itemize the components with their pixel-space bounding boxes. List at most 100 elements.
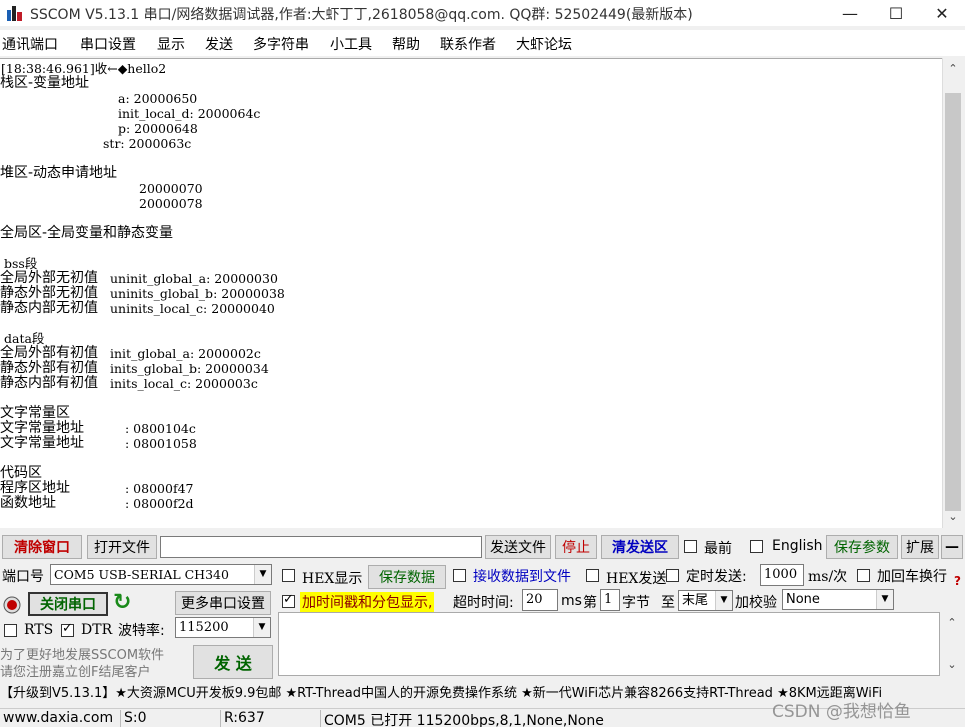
- window-title: SSCOM V5.13.1 串口/网络数据调试器,作者:大虾丁丁,2618058…: [30, 7, 693, 23]
- checksum-value: None: [786, 592, 820, 607]
- dtr-checkbox[interactable]: [61, 621, 74, 637]
- menu-send[interactable]: 发送: [205, 34, 233, 54]
- save-data-button[interactable]: 保存数据: [368, 565, 446, 589]
- send-textarea[interactable]: [278, 612, 940, 676]
- recv-line: str: 2000063c: [103, 136, 192, 151]
- recv-line: : 08001058: [125, 436, 197, 451]
- menu-tools[interactable]: 小工具: [330, 34, 372, 54]
- recv-line-label: 全局外部无初值: [0, 270, 98, 286]
- global-title: 全局区-全局变量和静态变量: [0, 225, 174, 241]
- scroll-down-icon[interactable]: ⌄: [942, 656, 962, 674]
- hex-send-checkbox[interactable]: [586, 569, 599, 582]
- menu-bar: 通讯端口 串口设置 显示 发送 多字符串 小工具 帮助 联系作者 大虾论坛: [0, 30, 965, 56]
- english-checkbox[interactable]: [750, 540, 763, 553]
- help-icon[interactable]: ?: [954, 574, 961, 588]
- clear-send-button[interactable]: 清发送区: [601, 535, 679, 559]
- recv-to-file-checkbox[interactable]: [453, 569, 466, 582]
- menu-serial-settings[interactable]: 串口设置: [80, 34, 136, 54]
- maximize-button[interactable]: ☐: [873, 0, 919, 26]
- stack-title: 栈区-变量地址: [0, 75, 90, 91]
- byte-prefix: 第: [583, 595, 597, 611]
- receive-scrollbar[interactable]: ⌃ ⌄: [942, 58, 962, 528]
- recv-line: uninit_global_a: 20000030: [110, 271, 278, 286]
- stop-button[interactable]: 停止: [555, 535, 597, 559]
- checksum-select[interactable]: None ▼: [782, 589, 894, 610]
- menu-comm-port[interactable]: 通讯端口: [2, 34, 58, 54]
- heap-title: 堆区-动态申请地址: [0, 165, 118, 181]
- menu-forum[interactable]: 大虾论坛: [516, 34, 572, 54]
- status-port: COM5 已打开 115200bps,8,1,None,None: [320, 710, 604, 727]
- timeout-input[interactable]: 20: [522, 589, 558, 611]
- recv-line-label: 静态内部无初值: [0, 300, 98, 316]
- receive-area[interactable]: [18:38:46.961]收←◆hello2 栈区-变量地址 a: 20000…: [0, 58, 942, 528]
- menu-contact[interactable]: 联系作者: [440, 34, 496, 54]
- byte-suffix: 字节: [622, 595, 650, 611]
- interval-unit: ms/次: [808, 569, 848, 585]
- recv-header: [18:38:46.961]收←◆hello2: [1, 61, 167, 76]
- scroll-thumb[interactable]: [945, 93, 961, 511]
- interval-input[interactable]: 1000: [760, 564, 804, 586]
- rts-checkbox[interactable]: [4, 624, 17, 637]
- dtr-label: DTR: [81, 622, 113, 638]
- recv-line-label: 函数地址: [0, 495, 56, 511]
- scroll-up-icon[interactable]: ⌃: [943, 60, 963, 78]
- chevron-down-icon: ▼: [876, 590, 893, 609]
- menu-help[interactable]: 帮助: [392, 34, 420, 54]
- crlf-label: 加回车换行: [877, 569, 947, 585]
- timestamp-label: 加时间戳和分包显示,: [300, 592, 435, 612]
- recv-line-label: 程序区地址: [0, 480, 70, 496]
- close-button[interactable]: ✕: [919, 0, 965, 26]
- chevron-down-icon: ▼: [254, 565, 271, 584]
- timestamp-checkbox[interactable]: [282, 592, 295, 608]
- end-select[interactable]: 末尾 ▼: [678, 590, 733, 611]
- menu-multi-string[interactable]: 多字符串: [253, 34, 309, 54]
- baud-label: 波特率:: [118, 623, 165, 639]
- recv-line-label: 文字常量地址: [0, 420, 84, 436]
- refresh-icon[interactable]: ↻: [113, 590, 131, 615]
- recv-line: init_local_d: 2000064c: [118, 106, 261, 121]
- recv-line: init_global_a: 2000002c: [110, 346, 261, 361]
- scroll-down-icon[interactable]: ⌄: [943, 508, 963, 526]
- recv-line: inits_local_c: 2000003c: [110, 376, 258, 391]
- to-label: 至: [661, 595, 675, 611]
- timed-send-label: 定时发送:: [686, 569, 747, 585]
- more-settings-button[interactable]: 更多串口设置: [175, 591, 271, 615]
- open-file-button[interactable]: 打开文件: [87, 535, 157, 559]
- recv-line: a: 20000650: [118, 91, 198, 106]
- send-scrollbar[interactable]: ⌃ ⌄: [942, 612, 962, 676]
- app-icon: [7, 6, 22, 21]
- always-on-top-checkbox[interactable]: [684, 540, 697, 553]
- recv-line: : 0800104c: [125, 421, 196, 436]
- recv-line-label: 全局外部有初值: [0, 345, 98, 361]
- end-value: 末尾: [682, 593, 709, 608]
- english-label: English: [772, 538, 823, 554]
- expand-button[interactable]: 扩展: [901, 535, 939, 559]
- hex-display-checkbox[interactable]: [282, 569, 295, 582]
- recv-line: : 08000f47: [125, 481, 194, 496]
- checksum-label: 加校验: [735, 595, 777, 611]
- hex-display-label: HEX显示: [302, 571, 363, 587]
- collapse-button[interactable]: —: [941, 535, 963, 559]
- send-button[interactable]: 发 送: [193, 645, 273, 679]
- save-params-button[interactable]: 保存参数: [826, 535, 898, 559]
- port-select[interactable]: COM5 USB-SERIAL CH340 ▼: [50, 564, 272, 585]
- timed-send-checkbox[interactable]: [666, 569, 679, 582]
- send-file-button[interactable]: 发送文件: [485, 535, 551, 559]
- scroll-up-icon[interactable]: ⌃: [942, 614, 962, 632]
- baud-select[interactable]: 115200 ▼: [175, 617, 271, 638]
- crlf-checkbox[interactable]: [857, 569, 870, 582]
- recv-line-label: 静态外部无初值: [0, 285, 98, 301]
- data-title: data段: [4, 331, 45, 346]
- clear-window-button[interactable]: 清除窗口: [2, 535, 82, 559]
- file-path-input[interactable]: [160, 536, 482, 558]
- chevron-down-icon: ▼: [715, 591, 732, 610]
- byte-index-input[interactable]: 1: [600, 589, 620, 611]
- promo-line-2: 请您注册嘉立创F结尾客户: [0, 665, 151, 680]
- close-port-button[interactable]: 关闭串口: [28, 592, 108, 616]
- recv-to-file-label: 接收数据到文件: [473, 569, 571, 585]
- menu-display[interactable]: 显示: [157, 34, 185, 54]
- always-on-top-label: 最前: [704, 541, 732, 557]
- status-site[interactable]: www.daxia.com: [0, 710, 113, 727]
- minimize-button[interactable]: —: [827, 0, 873, 26]
- recv-line: 20000070: [139, 181, 203, 196]
